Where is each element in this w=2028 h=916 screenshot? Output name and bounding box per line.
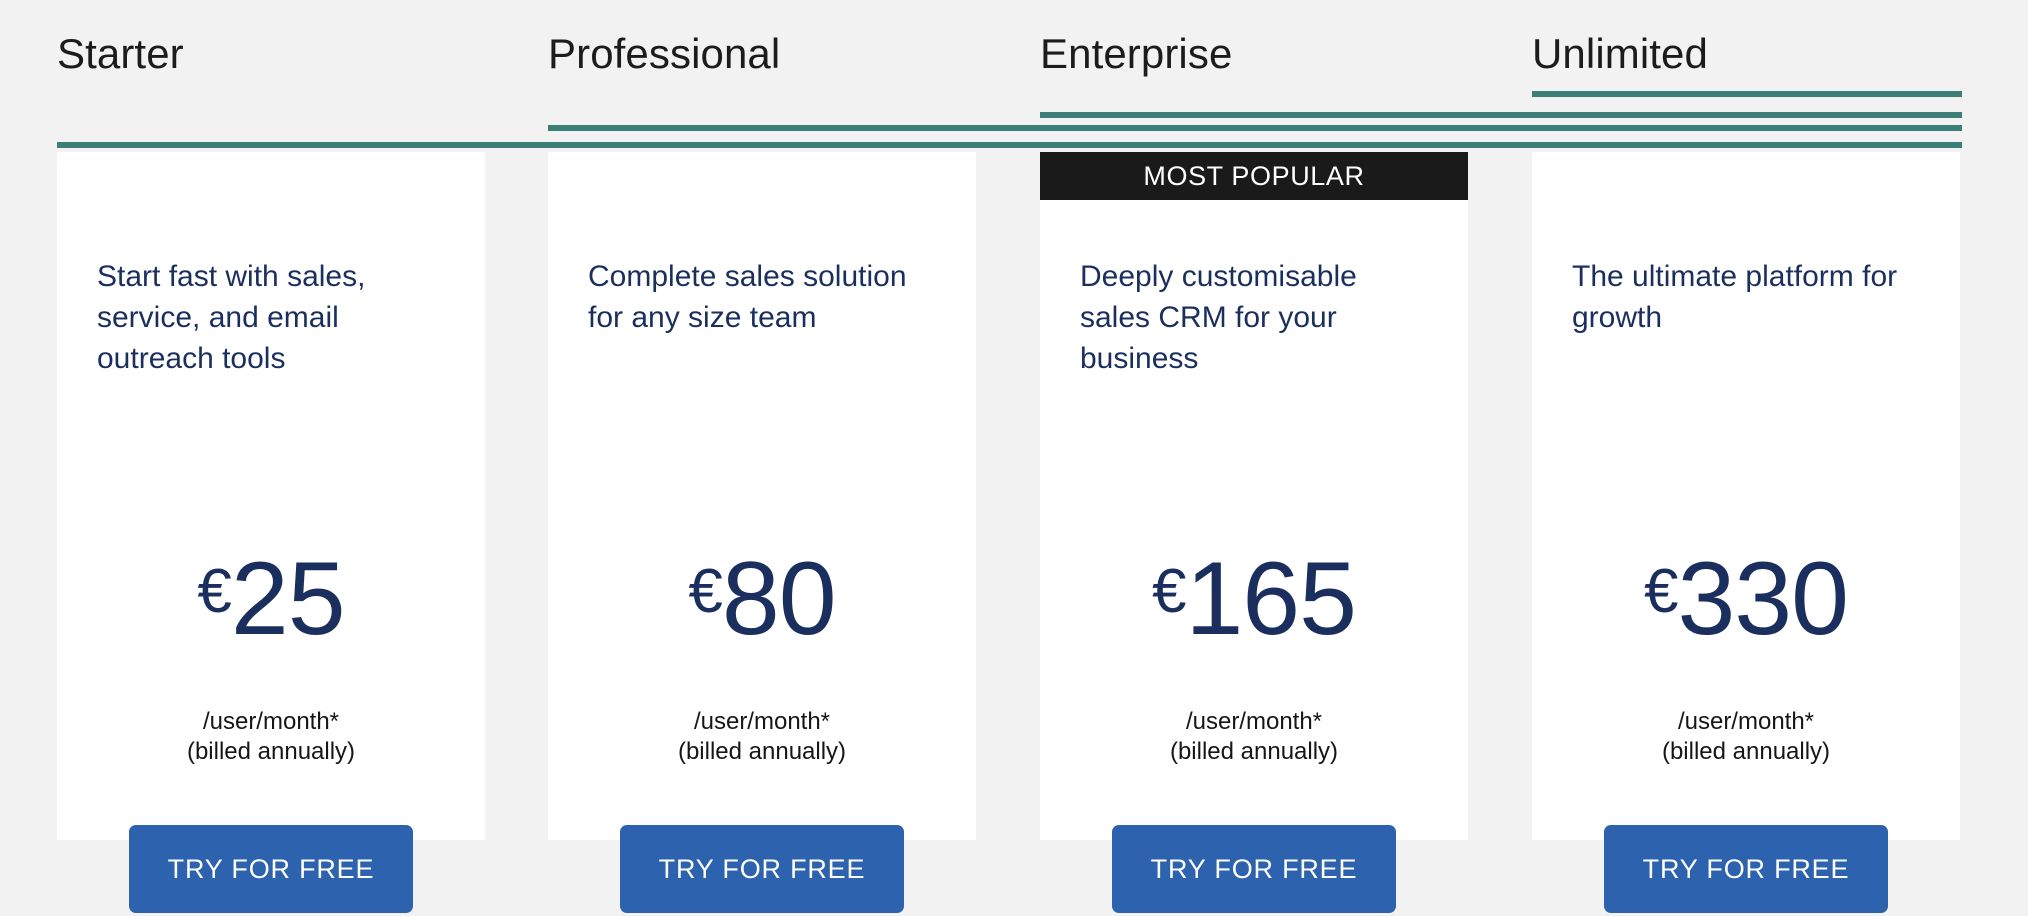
currency-symbol: €	[688, 557, 722, 626]
try-for-free-button-enterprise[interactable]: TRY FOR FREE	[1112, 825, 1396, 913]
price-amount: 25	[230, 541, 346, 657]
price-billing-note: (billed annually)	[1169, 738, 1339, 765]
plan-price: €80	[548, 547, 976, 651]
price-per-unit: /user/month*	[1185, 708, 1323, 735]
price-amount: 165	[1185, 541, 1357, 657]
price-billing-note: (billed annually)	[677, 738, 847, 765]
plan-price-note: /user/month* (billed annually)	[1040, 707, 1468, 767]
plan-card-unlimited[interactable]: The ultimate platform for growth €330 /u…	[1532, 152, 1960, 913]
card-body: Complete sales solution for any size tea…	[548, 152, 976, 913]
plan-description: Start fast with sales, service, and emai…	[97, 260, 366, 375]
card-body: The ultimate platform for growth €330 /u…	[1532, 152, 1960, 913]
pricing-page: Starter Professional Enterprise Unlimite…	[0, 0, 2028, 916]
currency-symbol: €	[1643, 557, 1678, 626]
card-body: Start fast with sales, service, and emai…	[57, 152, 485, 913]
try-for-free-button-starter[interactable]: TRY FOR FREE	[129, 825, 413, 913]
currency-symbol: €	[1151, 557, 1186, 626]
currency-symbol: €	[197, 557, 231, 626]
try-for-free-button-professional[interactable]: TRY FOR FREE	[620, 825, 904, 913]
plan-price-note: /user/month* (billed annually)	[1532, 707, 1960, 767]
plan-description: The ultimate platform for growth	[1572, 260, 1898, 334]
plan-price: €165	[1040, 547, 1468, 651]
try-for-free-button-unlimited[interactable]: TRY FOR FREE	[1604, 825, 1888, 913]
card-body: Deeply customisable sales CRM for your b…	[1040, 152, 1468, 913]
price-billing-note: (billed annually)	[186, 738, 356, 765]
price-per-unit: /user/month*	[202, 708, 340, 735]
price-billing-note: (billed annually)	[1661, 738, 1831, 765]
plan-price-note: /user/month* (billed annually)	[548, 707, 976, 767]
plan-cards: Start fast with sales, service, and emai…	[0, 0, 2028, 916]
price-amount: 330	[1677, 541, 1849, 657]
plan-price: €330	[1532, 547, 1960, 651]
plan-card-professional[interactable]: Complete sales solution for any size tea…	[548, 152, 976, 913]
plan-card-enterprise[interactable]: MOST POPULAR Deeply customisable sales C…	[1040, 152, 1468, 913]
plan-description: Complete sales solution for any size tea…	[588, 260, 907, 334]
plan-description: Deeply customisable sales CRM for your b…	[1080, 260, 1357, 375]
plan-price-note: /user/month* (billed annually)	[57, 707, 485, 767]
price-per-unit: /user/month*	[693, 708, 831, 735]
plan-price: €25	[57, 547, 485, 651]
plan-card-starter[interactable]: Start fast with sales, service, and emai…	[57, 152, 485, 913]
price-per-unit: /user/month*	[1677, 708, 1815, 735]
price-amount: 80	[721, 541, 837, 657]
